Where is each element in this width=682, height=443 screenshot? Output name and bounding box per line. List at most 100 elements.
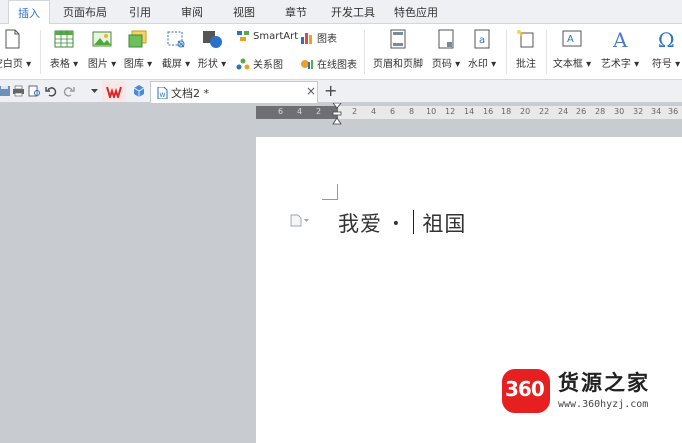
site-watermark: 360 货源之家 www.360hyzj.com — [500, 367, 682, 417]
wordart-button[interactable]: A 艺术字 ▾ — [598, 29, 642, 70]
indent-marker-icon[interactable] — [332, 103, 342, 125]
svg-text:Ω: Ω — [658, 29, 675, 49]
gallery-button[interactable]: 图库 ▾ — [122, 29, 154, 70]
screenshot-button[interactable]: 截屏 ▾ — [160, 29, 192, 70]
ruler-number: 16 — [483, 107, 494, 116]
svg-text:A: A — [612, 29, 628, 49]
save-icon[interactable] — [0, 85, 11, 97]
print-icon[interactable] — [12, 85, 25, 97]
ruler-number: 6 — [390, 107, 396, 116]
comment-label: 批注 — [516, 59, 536, 70]
tab-chapter[interactable]: 章节 — [280, 0, 312, 24]
table-button[interactable]: 表格 ▾ — [48, 29, 80, 70]
logo-url-text: www.360hyzj.com — [558, 399, 649, 410]
logo-brand-text: 货源之家 — [558, 371, 650, 395]
header-footer-icon — [390, 29, 406, 49]
textbox-icon: A — [562, 30, 582, 47]
omega-icon: Ω — [658, 29, 675, 49]
textbox-button[interactable]: A 文本框 ▾ — [552, 29, 592, 70]
ruler-number: 22 — [539, 107, 550, 116]
close-tab-button[interactable]: × — [306, 84, 316, 98]
ribbon-separator — [506, 30, 507, 74]
watermark-icon: a — [474, 29, 490, 49]
tab-developer[interactable]: 开发工具 — [328, 0, 378, 24]
page-number-button[interactable]: 页码 ▾ — [430, 29, 462, 70]
ruler-number: 30 — [614, 107, 625, 116]
ruler-number: 18 — [501, 107, 512, 116]
menu-bar: 插入 页面布局 引用 审阅 视图 章节 开发工具 特色应用 — [0, 0, 682, 25]
tab-insert[interactable]: 插入 — [8, 0, 50, 25]
header-footer-button[interactable]: 页眉和页脚 — [372, 29, 424, 70]
textbox-label: 文本框 ▾ — [552, 59, 592, 70]
symbol-button[interactable]: Ω 符号 ▾ — [648, 29, 682, 70]
tab-page-layout[interactable]: 页面布局 — [60, 0, 110, 24]
ribbon-separator — [40, 30, 41, 74]
print-preview-icon[interactable] — [28, 85, 41, 97]
picture-label: 图片 ▾ — [87, 59, 117, 70]
svg-text:A: A — [567, 34, 574, 45]
picture-button[interactable]: 图片 ▾ — [86, 29, 118, 70]
tab-references[interactable]: 引用 — [124, 0, 156, 24]
chart-label: 图表 — [317, 34, 337, 45]
smartart-button[interactable]: SmartArt — [236, 30, 298, 42]
picture-icon — [92, 31, 112, 47]
undo-icon[interactable] — [45, 85, 58, 97]
paragraph-handle-icon[interactable] — [289, 214, 311, 227]
document-tab[interactable]: W 文档2 * × — [150, 81, 318, 103]
blank-page-button[interactable]: 空白页 ▾ — [0, 29, 32, 70]
comment-button[interactable]: 批注 — [510, 29, 542, 70]
comment-icon — [517, 30, 534, 48]
chart-icon — [301, 32, 312, 44]
relation-chart-button[interactable]: 关系图 — [236, 56, 283, 71]
cloud-cube-icon[interactable] — [132, 84, 146, 98]
symbol-label: 符号 ▾ — [651, 59, 681, 70]
horizontal-ruler[interactable]: 6 4 2 2 4 6 8 10 12 14 16 18 20 22 24 26… — [256, 106, 682, 119]
tab-special[interactable]: 特色应用 — [390, 0, 442, 24]
ruler-number: 24 — [558, 107, 569, 116]
new-tab-button[interactable]: + — [324, 81, 337, 100]
page-number-icon — [438, 29, 454, 49]
ruler-number: 2 — [352, 107, 358, 116]
tab-review[interactable]: 审阅 — [176, 0, 208, 24]
online-chart-icon — [301, 59, 313, 69]
ribbon-toolbar: 空白页 ▾ 表格 ▾ 图片 ▾ 图库 ▾ 截屏 ▾ 形状 ▾ SmartArt … — [0, 24, 682, 80]
table-label: 表格 ▾ — [49, 59, 79, 70]
screenshot-icon — [167, 31, 185, 48]
chevron-down-icon[interactable] — [88, 85, 101, 97]
logo-number: 360 — [505, 377, 545, 401]
ruler-number: 32 — [633, 107, 644, 116]
ruler-number: 8 — [409, 107, 415, 116]
ruler-number: 10 — [426, 107, 437, 116]
online-chart-label: 在线图表 — [317, 60, 357, 71]
document-body-text[interactable]: 我爱 • 祖国 — [338, 208, 466, 238]
wordart-icon: A — [612, 29, 628, 49]
relation-label: 关系图 — [253, 60, 283, 71]
smartart-label: SmartArt — [253, 30, 299, 42]
screenshot-label: 截屏 ▾ — [161, 59, 191, 70]
svg-text:W: W — [160, 92, 166, 99]
chart-button[interactable]: 图表 — [300, 30, 337, 45]
online-chart-button[interactable]: 在线图表 — [300, 56, 357, 71]
ruler-number: 12 — [445, 107, 456, 116]
shapes-button[interactable]: 形状 ▾ — [196, 29, 228, 70]
ruler-number: 14 — [464, 107, 475, 116]
shapes-icon — [203, 31, 222, 48]
ruler-number: 4 — [297, 107, 303, 116]
watermark-button[interactable]: a 水印 ▾ — [466, 29, 498, 70]
document-icon: W — [157, 87, 168, 99]
blank-page-label: 空白页 ▾ — [0, 59, 32, 70]
margin-corner-mark — [322, 184, 338, 200]
ruler-number: 26 — [576, 107, 587, 116]
text-before-bullet: 我爱 — [338, 212, 382, 236]
ruler-number: 36 — [668, 107, 679, 116]
ribbon-separator — [546, 30, 547, 74]
redo-icon[interactable] — [62, 85, 75, 97]
gallery-label: 图库 ▾ — [123, 59, 153, 70]
ribbon-separator — [364, 30, 365, 74]
bullet-mark: • — [391, 216, 401, 232]
wps-logo-tab[interactable] — [102, 81, 126, 102]
tab-view[interactable]: 视图 — [228, 0, 260, 24]
ruler-number: 20 — [520, 107, 531, 116]
header-footer-label: 页眉和页脚 — [373, 59, 423, 70]
ruler-number: 6 — [278, 107, 284, 116]
